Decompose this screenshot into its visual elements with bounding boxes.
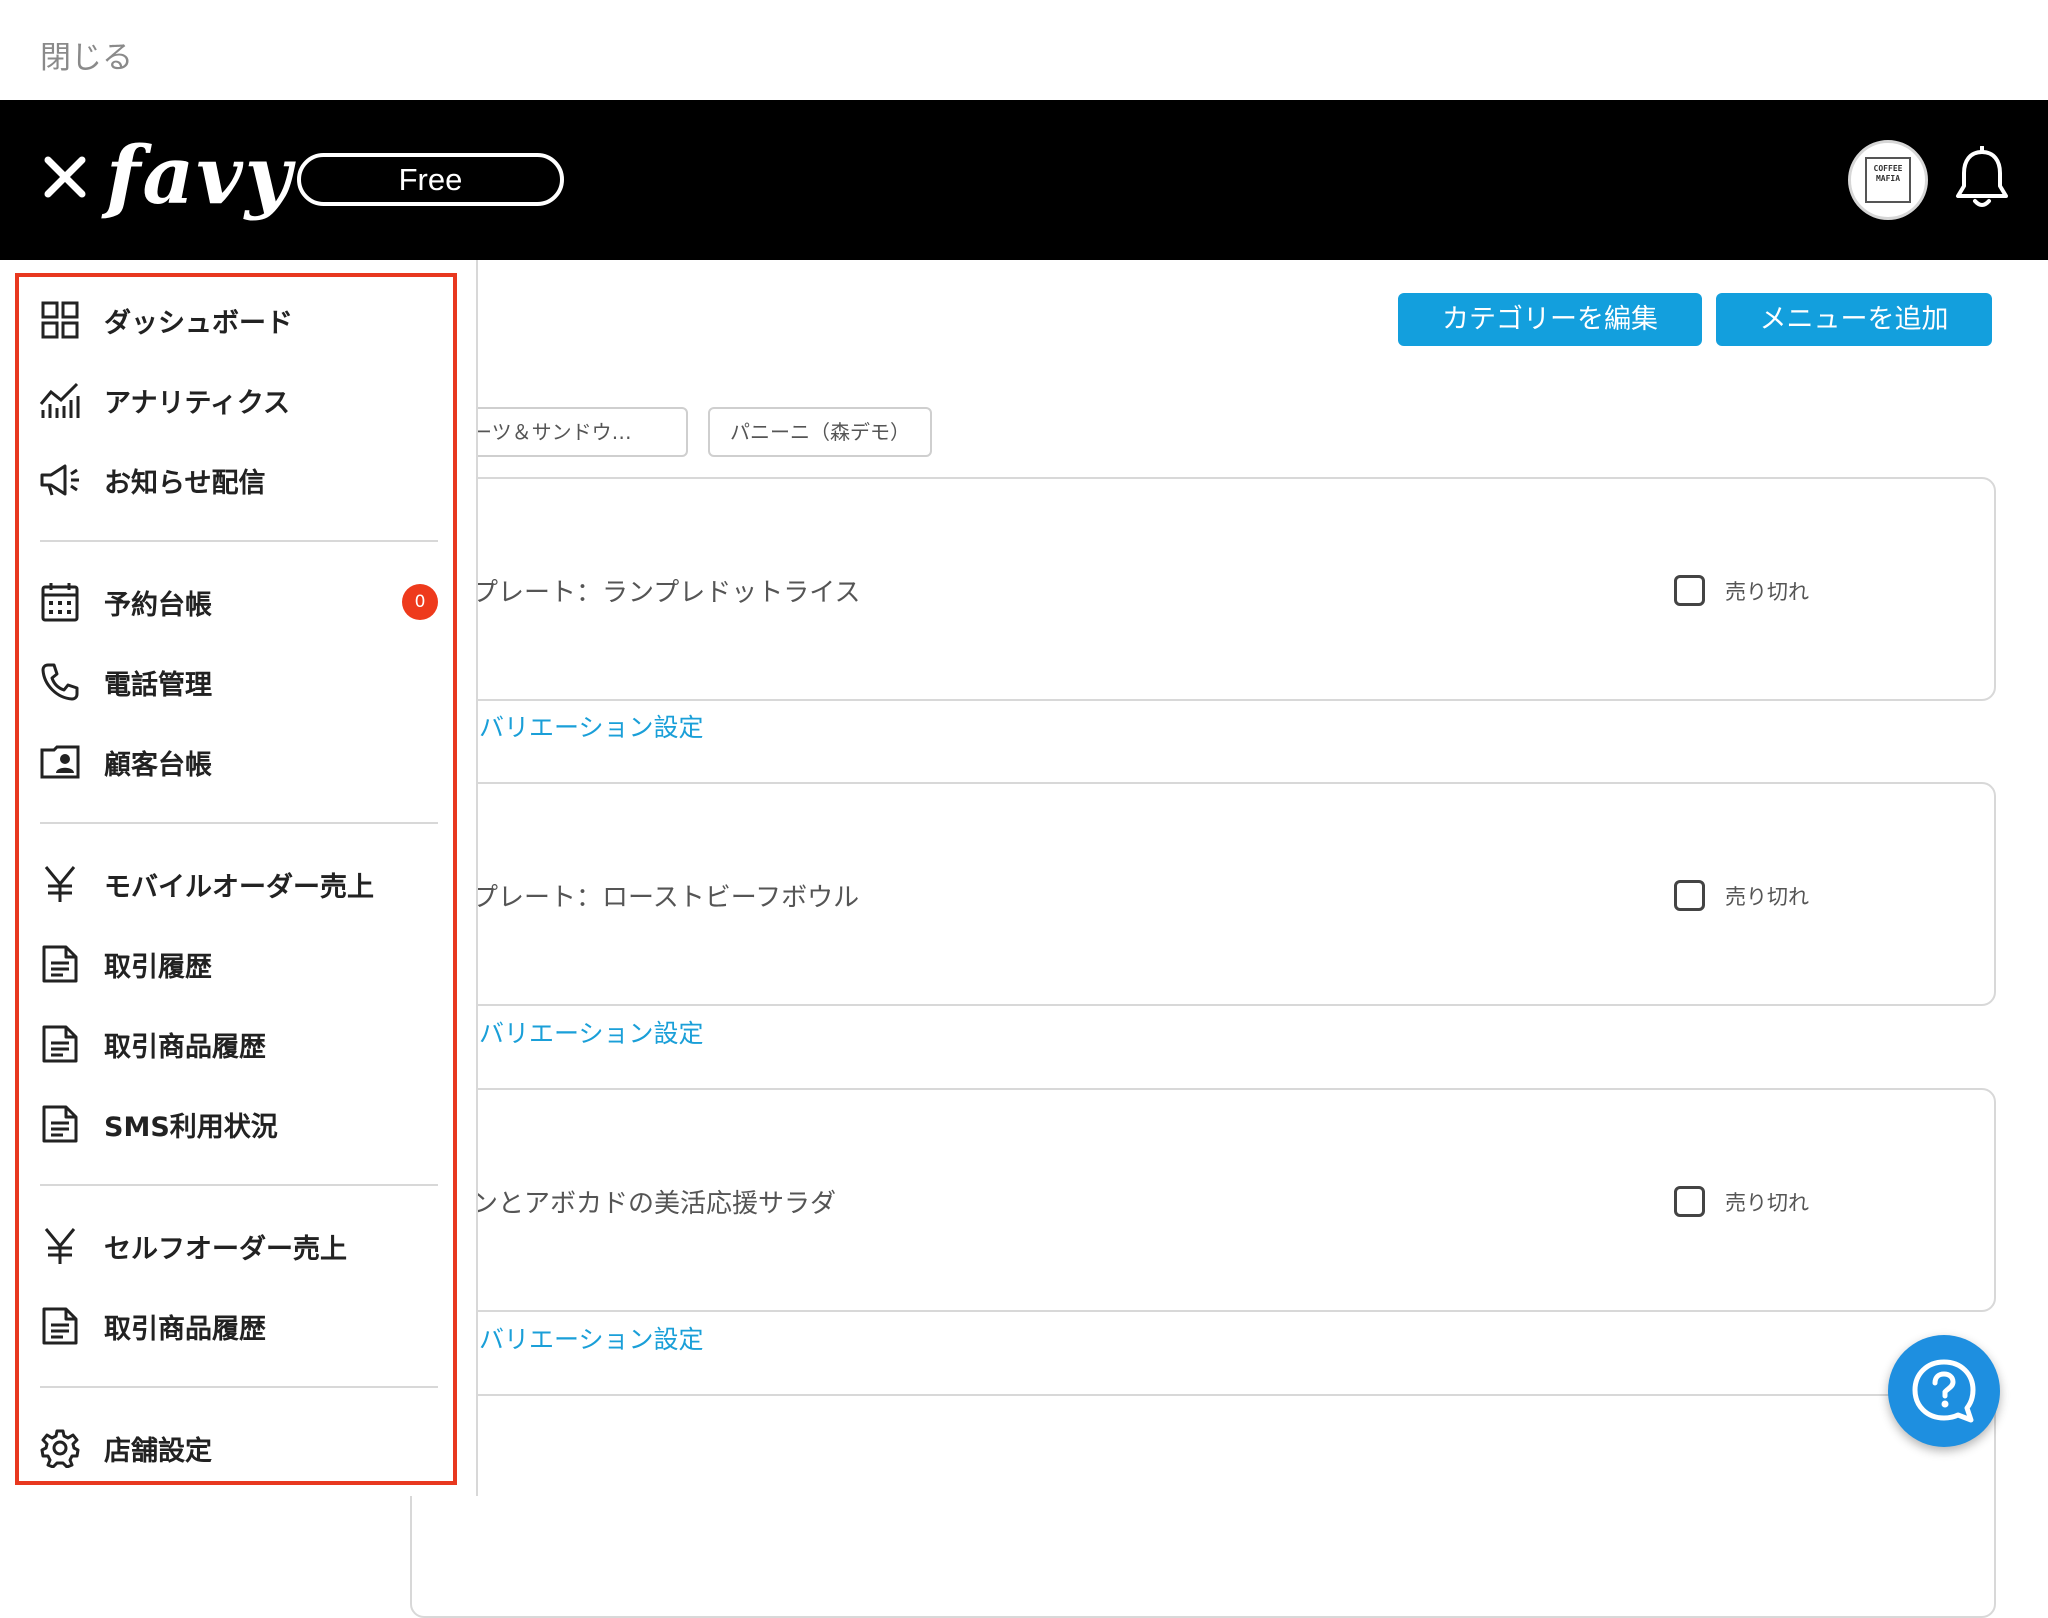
close-bar: 閉じる — [0, 0, 2048, 100]
bell-icon[interactable] — [1954, 146, 2010, 210]
close-drawer-link[interactable]: 閉じる — [40, 32, 133, 77]
megaphone-icon — [38, 458, 82, 502]
sidebar-item-reservations[interactable]: 予約台帳 0 — [38, 572, 438, 632]
soldout-toggle[interactable]: 売り切れ — [1674, 880, 1809, 911]
sidebar-item-sms-usage[interactable]: SMS利用状況 — [38, 1094, 438, 1154]
sidebar-item-label: セルフオーダー売上 — [104, 1233, 347, 1265]
notification-badge: 0 — [402, 584, 438, 620]
sidebar-item-label: 取引履歴 — [104, 951, 212, 983]
sidebar-item-self-order-sales[interactable]: セルフオーダー売上 — [38, 1216, 438, 1276]
variation-settings-link[interactable]: -バリエーション設定 — [470, 1320, 704, 1356]
add-menu-button[interactable]: メニューを追加 — [1716, 293, 1992, 346]
sidebar-item-label: 電話管理 — [104, 669, 212, 701]
contact-card-icon — [38, 740, 82, 784]
soldout-toggle[interactable]: 売り切れ — [1674, 575, 1809, 606]
soldout-toggle[interactable]: 売り切れ — [1674, 1186, 1809, 1217]
menu-card: ンとアボカドの美活応援サラダ 売り切れ — [410, 1088, 1996, 1312]
menu-title: プレート：ローストビーフボウル — [472, 883, 860, 913]
menu-title: プレート：ランプレドットライス — [472, 578, 861, 608]
sidebar-item-label: 取引商品履歴 — [104, 1313, 266, 1345]
sidebar-item-label: SMS利用状況 — [104, 1111, 278, 1143]
soldout-checkbox[interactable] — [1674, 575, 1705, 606]
variation-settings-link[interactable]: -バリエーション設定 — [470, 708, 704, 744]
document-icon — [38, 942, 82, 986]
sidebar-item-product-transaction-history[interactable]: 取引商品履歴 — [38, 1014, 438, 1074]
sidebar-item-label: モバイルオーダー売上 — [104, 871, 374, 903]
calendar-icon — [38, 580, 82, 624]
soldout-label: 売り切れ — [1725, 579, 1809, 604]
sidebar-item-analytics[interactable]: アナリティクス — [38, 370, 438, 430]
divider — [40, 540, 438, 542]
sidebar-item-self-order-product-history[interactable]: 取引商品履歴 — [38, 1296, 438, 1356]
close-icon[interactable] — [40, 152, 90, 202]
document-icon — [38, 1304, 82, 1348]
app-header: favy Free COFFEE MAFIA — [0, 100, 2048, 260]
help-chat-icon — [1912, 1359, 1976, 1423]
sidebar-item-label: 予約台帳 — [104, 589, 212, 621]
document-icon — [38, 1102, 82, 1146]
divider — [40, 1184, 438, 1186]
sidebar-item-announcements[interactable]: お知らせ配信 — [38, 450, 438, 510]
soldout-label: 売り切れ — [1725, 884, 1809, 909]
menu-card: プレート：ランプレドットライス 売り切れ — [410, 477, 1996, 701]
store-logo: COFFEE MAFIA — [1865, 157, 1911, 203]
menu-title: ンとアボカドの美活応援サラダ — [472, 1189, 837, 1219]
phone-icon — [38, 660, 82, 704]
yen-icon — [38, 862, 82, 906]
menu-card: プレート：ローストビーフボウル 売り切れ — [410, 782, 1996, 1006]
document-icon — [38, 1022, 82, 1066]
favy-logo: favy — [106, 128, 294, 222]
sidebar-item-dashboard[interactable]: ダッシュボード — [38, 290, 438, 350]
grid-icon — [38, 298, 82, 342]
sidebar-item-customers[interactable]: 顧客台帳 — [38, 732, 438, 792]
soldout-checkbox[interactable] — [1674, 1186, 1705, 1217]
gear-icon — [38, 1426, 82, 1470]
avatar[interactable]: COFFEE MAFIA — [1848, 140, 1928, 220]
soldout-label: 売り切れ — [1725, 1190, 1809, 1215]
soldout-checkbox[interactable] — [1674, 880, 1705, 911]
sidebar-item-label: アナリティクス — [104, 387, 291, 419]
sidebar-item-phone[interactable]: 電話管理 — [38, 652, 438, 712]
sidebar-item-mobile-order-sales[interactable]: モバイルオーダー売上 — [38, 854, 438, 914]
analytics-icon — [38, 378, 82, 422]
divider — [40, 1386, 438, 1388]
category-chip[interactable]: パニーニ（森デモ） — [708, 407, 932, 457]
yen-icon — [38, 1224, 82, 1268]
divider — [40, 822, 438, 824]
help-button[interactable] — [1888, 1335, 2000, 1447]
sidebar-item-label: ダッシュボード — [104, 307, 293, 339]
sidebar-item-label: お知らせ配信 — [104, 467, 266, 499]
sidebar-item-store-settings[interactable]: 店舗設定 — [38, 1418, 438, 1478]
plan-badge: Free — [297, 153, 564, 206]
sidebar-drawer: ダッシュボード アナリティクス お知らせ配信 予約台帳 0 電話管理 顧客台帳 … — [0, 260, 478, 1496]
sidebar-item-label: 取引商品履歴 — [104, 1031, 266, 1063]
sidebar-item-label: 顧客台帳 — [104, 749, 212, 781]
menu-card — [410, 1394, 1996, 1618]
sidebar-item-label: 店舗設定 — [104, 1435, 212, 1467]
sidebar-item-transaction-history[interactable]: 取引履歴 — [38, 934, 438, 994]
edit-category-button[interactable]: カテゴリーを編集 — [1398, 293, 1702, 346]
variation-settings-link[interactable]: -バリエーション設定 — [470, 1014, 704, 1050]
